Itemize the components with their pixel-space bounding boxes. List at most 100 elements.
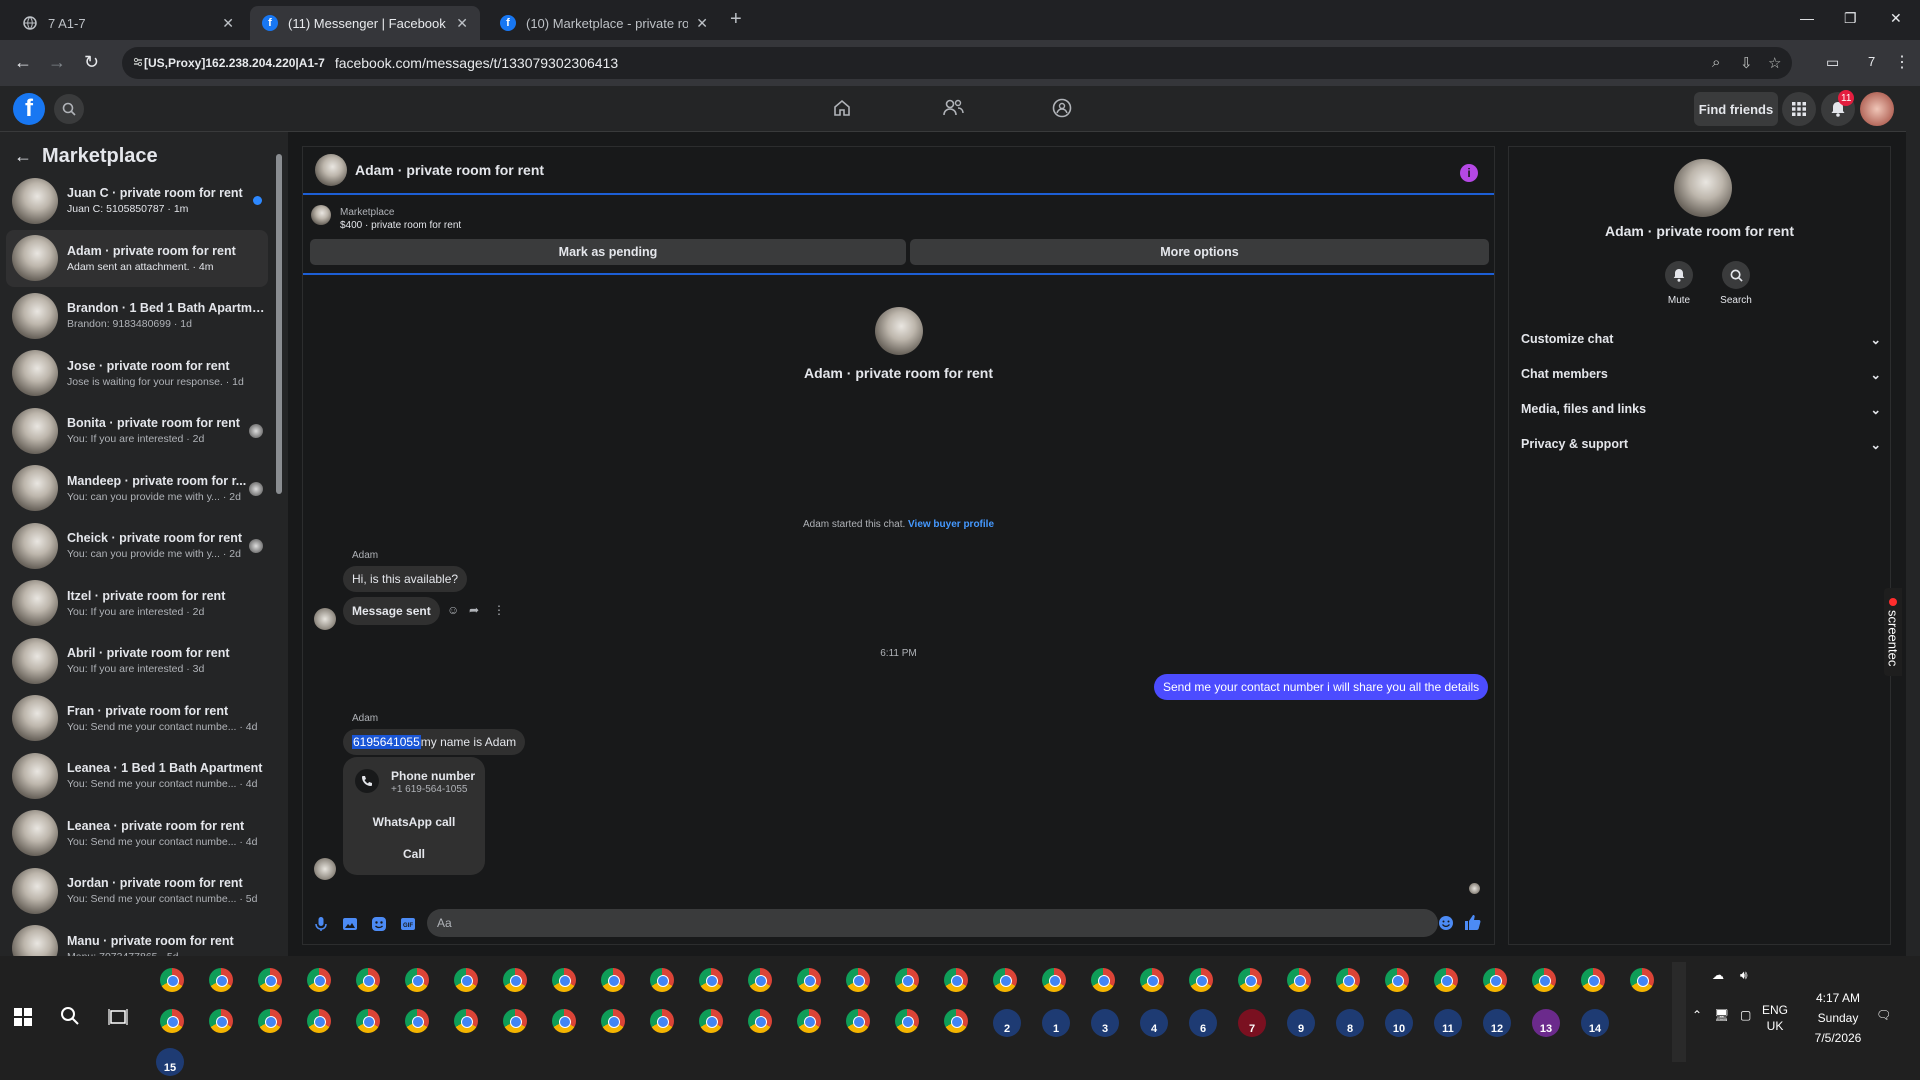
taskbar-numbered-icon[interactable]: 15	[156, 1048, 184, 1076]
phone-number-selection[interactable]: 6195641055	[352, 735, 421, 749]
reply-icon[interactable]: ➦	[469, 603, 479, 617]
language-indicator[interactable]: ENG UK	[1762, 1002, 1788, 1034]
chrome-profile-icon[interactable]	[895, 968, 919, 992]
taskbar-clock[interactable]: 4:17 AM Sunday 7/5/2026	[1802, 988, 1874, 1048]
my-message-bubble[interactable]: Send me your contact number i will share…	[1154, 674, 1489, 700]
tab-search-icon[interactable]: ▭	[1826, 54, 1839, 71]
conversation-item[interactable]: Jordan · private room for rent You: Send …	[6, 862, 268, 920]
restore-icon[interactable]: ❐	[1844, 10, 1857, 27]
chrome-profile-icon[interactable]	[944, 1009, 968, 1033]
tab-marketplace[interactable]: f (10) Marketplace - private room ✕	[488, 6, 720, 40]
windows-start-icon[interactable]	[14, 1008, 32, 1026]
message-bubble[interactable]: Hi, is this available?	[343, 566, 468, 592]
install-app-icon[interactable]: ⇩	[1740, 54, 1753, 72]
thumbs-up-icon[interactable]	[1464, 914, 1481, 930]
chrome-profile-icon[interactable]	[601, 1009, 625, 1033]
back-icon[interactable]: ←	[14, 52, 32, 73]
chrome-profile-icon[interactable]	[356, 968, 380, 992]
reload-icon[interactable]: ↻	[84, 52, 99, 73]
account-avatar[interactable]	[1860, 92, 1894, 126]
bookmark-star-icon[interactable]: ☆	[1768, 54, 1781, 72]
site-info-icon[interactable]	[132, 56, 144, 68]
conversation-item[interactable]: Juan C · private room for rent Juan C: 51…	[6, 172, 268, 230]
chrome-profile-icon[interactable]	[846, 968, 870, 992]
chrome-profile-icon[interactable]	[797, 968, 821, 992]
screentec-widget[interactable]: screentec	[1884, 588, 1902, 676]
notification-center-icon[interactable]: 🗨︎	[1876, 1008, 1891, 1022]
chrome-profile-icon[interactable]	[258, 1009, 282, 1033]
message-bubble[interactable]: 6195641055 my name is Adam	[343, 729, 526, 755]
page-scrollbar[interactable]	[1906, 86, 1920, 956]
taskbar-numbered-icon[interactable]: 7	[1238, 1009, 1266, 1037]
chrome-profile-icon[interactable]	[1140, 968, 1164, 992]
chrome-profile-icon[interactable]	[944, 968, 968, 992]
chrome-profile-icon[interactable]	[405, 968, 429, 992]
more-options-button[interactable]: More options	[910, 239, 1489, 265]
chrome-profile-icon[interactable]	[1336, 968, 1360, 992]
customize-chat-item[interactable]: Customize chat ⌄	[1521, 332, 1881, 347]
chat-avatar[interactable]	[315, 154, 347, 186]
chrome-profile-icon[interactable]	[209, 1009, 233, 1033]
view-buyer-profile-link[interactable]: View buyer profile	[908, 519, 994, 530]
search-in-chat-button[interactable]: Search	[1716, 261, 1756, 306]
taskbar-numbered-icon[interactable]: 2	[993, 1009, 1021, 1037]
conversation-item[interactable]: Fran · private room for rent You: Send me…	[6, 690, 268, 748]
sender-avatar[interactable]	[314, 608, 336, 630]
chrome-profile-icon[interactable]	[650, 1009, 674, 1033]
conversation-item[interactable]: Bonita · private room for rent You: If yo…	[6, 402, 268, 460]
tab-messenger[interactable]: f (11) Messenger | Facebook ✕	[250, 6, 480, 40]
intro-avatar[interactable]	[874, 307, 923, 355]
back-arrow-icon[interactable]: ←	[14, 146, 32, 167]
taskbar-numbered-icon[interactable]: 14	[1581, 1009, 1609, 1037]
chrome-profile-icon[interactable]	[1434, 968, 1458, 992]
close-tab-icon[interactable]: ✕	[696, 15, 708, 32]
sticker-icon[interactable]	[371, 916, 387, 932]
chrome-profile-icon[interactable]	[1532, 968, 1556, 992]
conversation-item[interactable]: Mandeep · private room for r... You: can …	[6, 460, 268, 518]
groups-icon[interactable]	[1052, 98, 1072, 118]
chrome-profile-icon[interactable]	[650, 968, 674, 992]
chrome-profile-icon[interactable]	[160, 1009, 184, 1033]
chrome-profile-icon[interactable]	[160, 968, 184, 992]
conversation-item[interactable]: Leanea · private room for rent You: Send …	[6, 805, 268, 863]
taskbar-search-icon[interactable]	[60, 1006, 80, 1026]
conversation-item[interactable]: Cheick · private room for rent You: can y…	[6, 517, 268, 575]
image-icon[interactable]	[342, 916, 358, 932]
task-view-icon[interactable]	[108, 1008, 128, 1026]
taskbar-numbered-icon[interactable]: 11	[1434, 1009, 1462, 1037]
chrome-profile-icon[interactable]	[1287, 968, 1311, 992]
react-emoji-icon[interactable]: ☺	[447, 603, 459, 617]
chrome-profile-icon[interactable]	[748, 1009, 772, 1033]
chrome-profile-icon[interactable]	[699, 968, 723, 992]
find-friends-button[interactable]: Find friends	[1694, 92, 1778, 126]
mute-button[interactable]: Mute	[1659, 261, 1699, 306]
chrome-profile-icon[interactable]	[1091, 968, 1115, 992]
meet-now-icon[interactable]: ▢	[1740, 1008, 1751, 1022]
whatsapp-call-button[interactable]: WhatsApp call	[343, 815, 485, 829]
chrome-profile-icon[interactable]	[454, 968, 478, 992]
chrome-profile-icon[interactable]	[993, 968, 1017, 992]
chrome-profile-icon[interactable]	[601, 968, 625, 992]
microphone-icon[interactable]	[313, 916, 329, 932]
conversation-item[interactable]: Brandon · 1 Bed 1 Bath Apartment Brandon:…	[6, 287, 268, 345]
search-icon[interactable]	[54, 94, 84, 124]
chrome-profile-icon[interactable]	[307, 1009, 331, 1033]
chrome-profile-icon[interactable]	[356, 1009, 380, 1033]
facebook-logo-icon[interactable]: f	[13, 93, 45, 125]
close-window-icon[interactable]: ✕	[1890, 10, 1902, 27]
chrome-profile-icon[interactable]	[307, 968, 331, 992]
taskbar-numbered-icon[interactable]: 13	[1532, 1009, 1560, 1037]
call-button[interactable]: Call	[343, 847, 485, 861]
close-tab-icon[interactable]: ✕	[456, 15, 468, 32]
gif-icon[interactable]: GIF	[400, 916, 416, 932]
chrome-profile-icon[interactable]	[797, 1009, 821, 1033]
info-icon[interactable]: i	[1460, 164, 1478, 182]
chrome-profile-icon[interactable]	[1042, 968, 1066, 992]
forward-icon[interactable]: →	[48, 52, 66, 73]
taskbar-numbered-icon[interactable]: 3	[1091, 1009, 1119, 1037]
conversation-item[interactable]: Jose · private room for rent Jose is wait…	[6, 345, 268, 403]
mark-as-pending-button[interactable]: Mark as pending	[310, 239, 906, 265]
conversation-item[interactable]: Itzel · private room for rent You: If you…	[6, 575, 268, 633]
minimize-icon[interactable]: —	[1800, 10, 1814, 26]
taskbar-numbered-icon[interactable]: 6	[1189, 1009, 1217, 1037]
